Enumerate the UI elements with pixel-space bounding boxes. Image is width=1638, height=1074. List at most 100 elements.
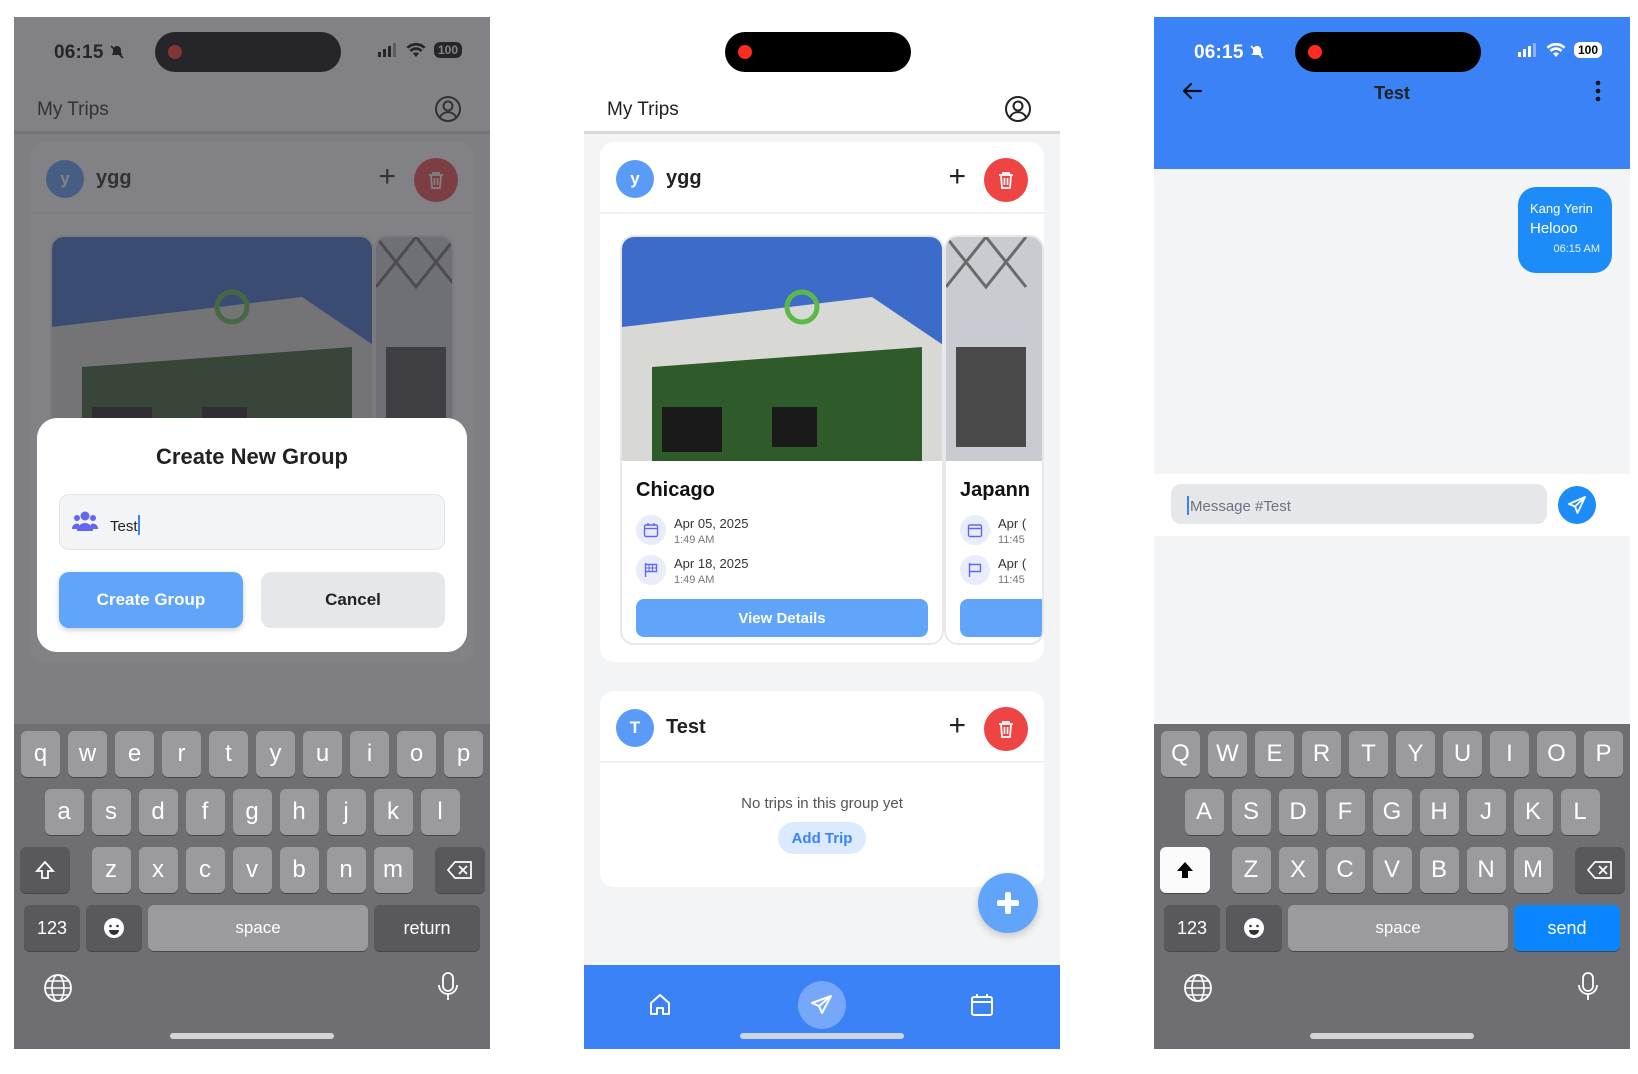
cancel-button[interactable]: Cancel: [261, 572, 445, 628]
key[interactable]: c: [185, 847, 225, 893]
key[interactable]: H: [1419, 789, 1459, 835]
keyboard-bottom: [1154, 959, 1630, 1049]
key[interactable]: o: [397, 731, 436, 777]
key[interactable]: E: [1255, 731, 1294, 777]
shift-key[interactable]: [19, 847, 70, 893]
add-trip-plus-button[interactable]: +: [948, 162, 966, 192]
key[interactable]: Z: [1231, 847, 1271, 893]
tab-calendar[interactable]: [958, 981, 1006, 1029]
key[interactable]: v: [232, 847, 272, 893]
backspace-key[interactable]: [434, 847, 485, 893]
return-key[interactable]: return: [374, 905, 480, 951]
key[interactable]: F: [1325, 789, 1365, 835]
key[interactable]: X: [1278, 847, 1318, 893]
key[interactable]: l: [420, 789, 460, 835]
key[interactable]: A: [1184, 789, 1224, 835]
key[interactable]: P: [1584, 731, 1623, 777]
key[interactable]: N: [1466, 847, 1506, 893]
add-trip-button[interactable]: Add Trip: [778, 822, 866, 854]
mic-icon[interactable]: [1576, 971, 1600, 1003]
message-composer: Message #Test: [1154, 474, 1630, 536]
key[interactable]: h: [279, 789, 319, 835]
key[interactable]: r: [162, 731, 201, 777]
key[interactable]: K: [1513, 789, 1553, 835]
key[interactable]: w: [68, 731, 107, 777]
dynamic-island: [1295, 32, 1481, 72]
delete-group-button[interactable]: [984, 707, 1028, 751]
key[interactable]: C: [1325, 847, 1365, 893]
key[interactable]: J: [1466, 789, 1506, 835]
home-indicator: [170, 1033, 334, 1039]
globe-icon[interactable]: [1183, 973, 1213, 1003]
key[interactable]: Q: [1161, 731, 1200, 777]
shift-key[interactable]: [1159, 847, 1210, 893]
key[interactable]: G: [1372, 789, 1412, 835]
key[interactable]: M: [1513, 847, 1553, 893]
key[interactable]: s: [91, 789, 131, 835]
key[interactable]: d: [138, 789, 178, 835]
key[interactable]: u: [303, 731, 342, 777]
key[interactable]: T: [1349, 731, 1388, 777]
key[interactable]: L: [1560, 789, 1600, 835]
message-bubble[interactable]: Kang Yerin Helooo 06:15 AM: [1518, 187, 1612, 273]
trip-card-japan[interactable]: Japann Apr (11:45 Apr (11:45: [944, 235, 1044, 645]
key[interactable]: S: [1231, 789, 1271, 835]
key[interactable]: k: [373, 789, 413, 835]
backspace-key[interactable]: [1574, 847, 1625, 893]
key[interactable]: U: [1443, 731, 1482, 777]
emoji-key[interactable]: [1226, 905, 1282, 951]
key[interactable]: m: [373, 847, 413, 893]
create-group-button[interactable]: Create Group: [59, 572, 243, 628]
key[interactable]: a: [44, 789, 84, 835]
key[interactable]: x: [138, 847, 178, 893]
key[interactable]: B: [1419, 847, 1459, 893]
key[interactable]: n: [326, 847, 366, 893]
calendar-icon: [960, 515, 990, 545]
send-icon: [1568, 496, 1586, 514]
send-key[interactable]: send: [1514, 905, 1620, 951]
key[interactable]: Y: [1396, 731, 1435, 777]
key[interactable]: q: [21, 731, 60, 777]
key[interactable]: e: [115, 731, 154, 777]
numbers-key[interactable]: 123: [24, 905, 80, 951]
numbers-key[interactable]: 123: [1164, 905, 1220, 951]
key[interactable]: I: [1490, 731, 1529, 777]
key[interactable]: z: [91, 847, 131, 893]
key[interactable]: y: [256, 731, 295, 777]
backspace-icon: [1586, 861, 1612, 879]
key[interactable]: j: [326, 789, 366, 835]
key[interactable]: b: [279, 847, 319, 893]
space-key[interactable]: space: [1288, 905, 1508, 951]
group-avatar: T: [616, 709, 654, 747]
key[interactable]: D: [1278, 789, 1318, 835]
tab-trips[interactable]: [798, 981, 846, 1029]
empty-group-message: No trips in this group yet: [741, 795, 903, 812]
mic-icon[interactable]: [436, 971, 460, 1003]
key[interactable]: O: [1537, 731, 1576, 777]
key[interactable]: g: [232, 789, 272, 835]
globe-icon[interactable]: [43, 973, 73, 1003]
tab-home[interactable]: [636, 981, 684, 1029]
key[interactable]: f: [185, 789, 225, 835]
more-vert-icon[interactable]: [1594, 79, 1602, 103]
view-details-button[interactable]: [960, 599, 1042, 637]
delete-group-button[interactable]: [984, 158, 1028, 202]
trip-card-chicago[interactable]: Chicago Apr 05, 2025 1:49 AM Apr 18, 2025…: [620, 235, 944, 645]
create-group-fab[interactable]: [978, 873, 1038, 933]
space-key[interactable]: space: [148, 905, 368, 951]
account-circle-icon[interactable]: [1004, 95, 1032, 123]
key[interactable]: i: [350, 731, 389, 777]
key[interactable]: R: [1302, 731, 1341, 777]
message-input[interactable]: Message #Test: [1171, 484, 1547, 524]
send-button[interactable]: [1558, 486, 1596, 524]
group-name-input[interactable]: Test: [59, 494, 445, 550]
phone-chat: 06:15 100 Test Kang Yerin Helooo 06:15 A…: [1154, 17, 1630, 1049]
add-trip-plus-button[interactable]: +: [948, 711, 966, 741]
key[interactable]: p: [444, 731, 483, 777]
keyboard-row-2: a s d f g h j k l: [14, 789, 490, 835]
key[interactable]: W: [1208, 731, 1247, 777]
view-details-button[interactable]: View Details: [636, 599, 928, 637]
key[interactable]: V: [1372, 847, 1412, 893]
emoji-key[interactable]: [86, 905, 142, 951]
key[interactable]: t: [209, 731, 248, 777]
